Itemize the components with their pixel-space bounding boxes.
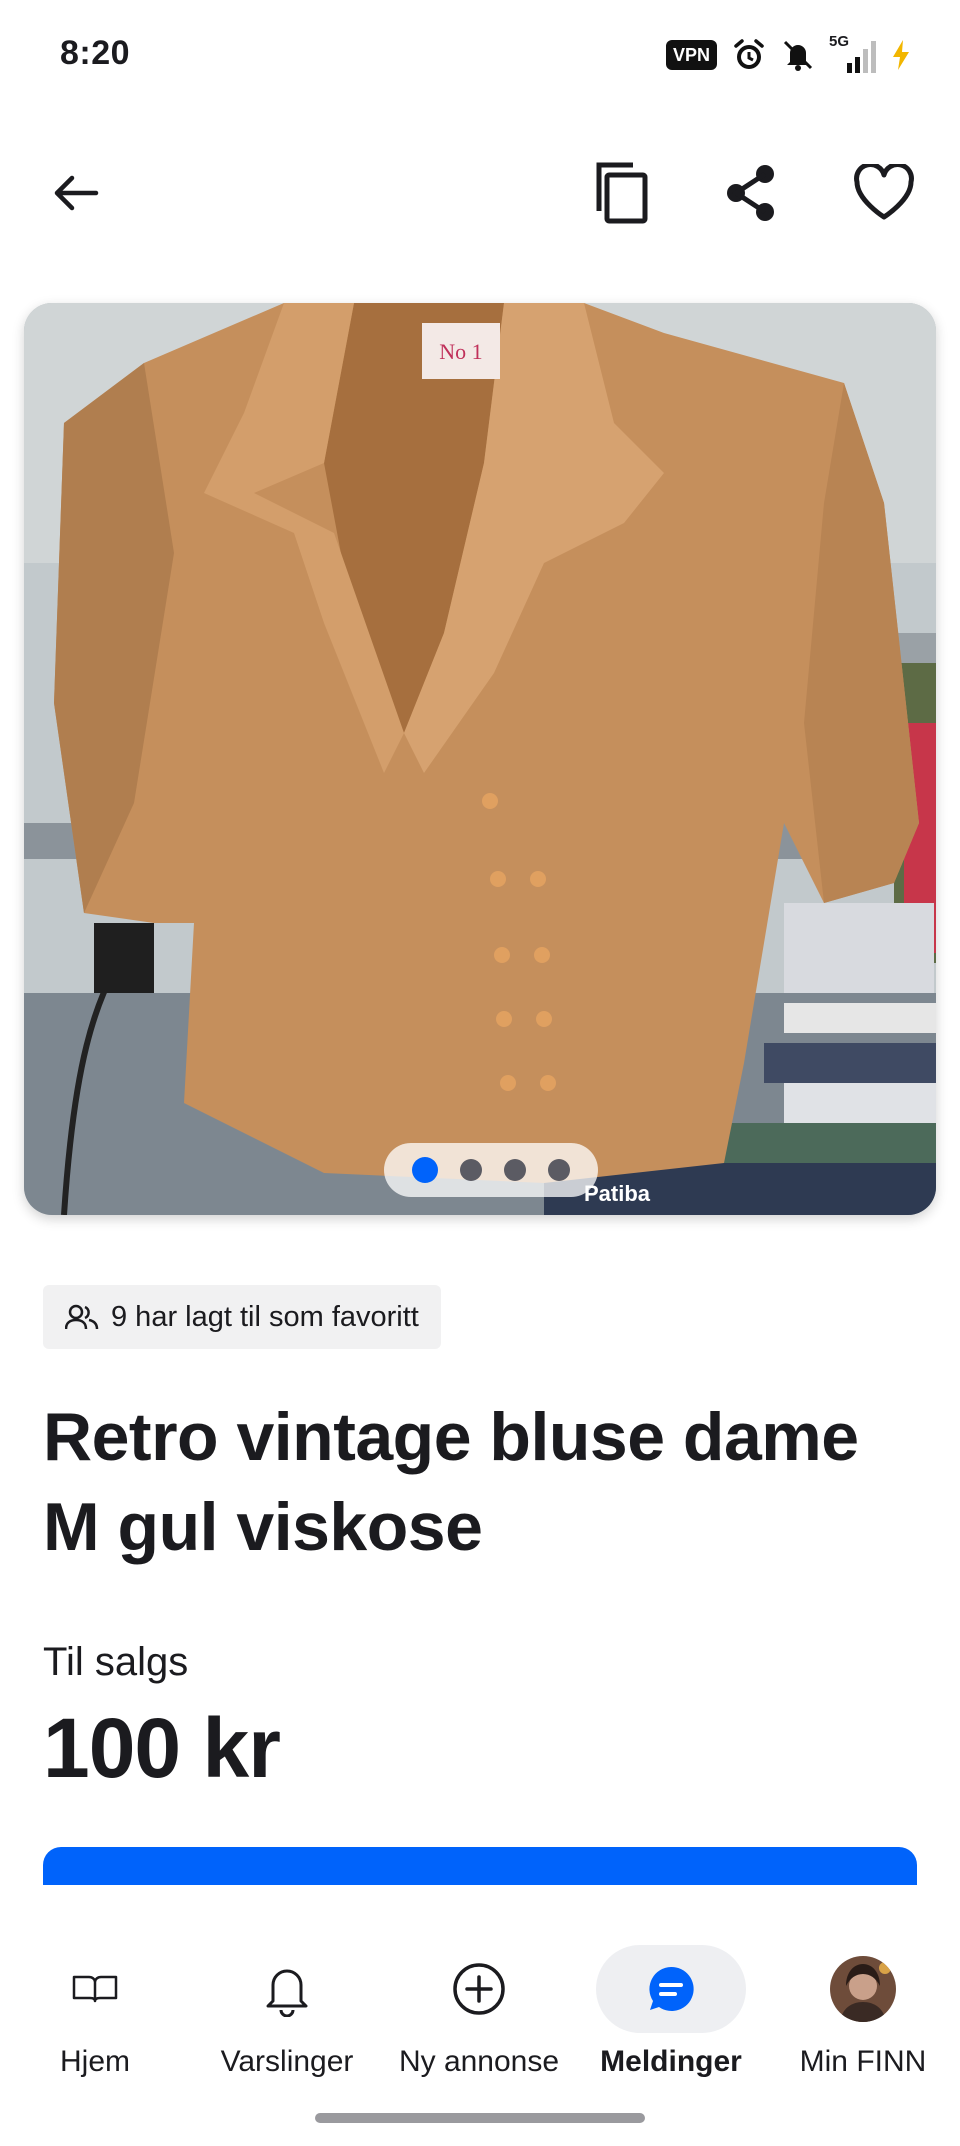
back-button[interactable] bbox=[36, 153, 116, 233]
tab-label: Hjem bbox=[59, 2045, 130, 2078]
gallery-pagination[interactable] bbox=[384, 1143, 598, 1197]
back-arrow-icon bbox=[54, 175, 99, 211]
tab-varslinger[interactable]: Varslinger bbox=[192, 1945, 382, 2105]
tab-label: Ny annonse bbox=[398, 2045, 560, 2078]
tab-label: Varslinger bbox=[220, 2045, 354, 2078]
vpn-icon: VPN bbox=[665, 40, 717, 70]
status-bar: 8:20 VPN 5G bbox=[0, 0, 960, 112]
favorites-count-text: 9 har lagt til som favoritt bbox=[111, 1300, 419, 1333]
listing-photo: Patiba No 1 bbox=[24, 303, 936, 1215]
gallery-dot[interactable] bbox=[548, 1159, 570, 1181]
copy-icon bbox=[596, 162, 648, 224]
people-icon bbox=[65, 1304, 99, 1330]
listing-title: Retro vintage bluse dame M gul viskose bbox=[43, 1399, 859, 1565]
clothing-label-text: No 1 bbox=[439, 339, 482, 364]
plus-circle-icon bbox=[453, 1963, 505, 2015]
tab-min-finn[interactable]: Min FINN bbox=[768, 1945, 958, 2105]
battery-charging-icon bbox=[890, 38, 912, 72]
bell-icon bbox=[266, 1969, 308, 2017]
tab-meldinger[interactable]: Meldinger bbox=[576, 1945, 766, 2105]
home-indicator[interactable] bbox=[315, 2113, 645, 2123]
gallery-dot[interactable] bbox=[412, 1157, 438, 1183]
gallery-dot[interactable] bbox=[504, 1159, 526, 1181]
status-icons: VPN 5G bbox=[665, 33, 912, 76]
sale-type-label: Til salgs bbox=[43, 1640, 189, 1684]
signal-5g-icon: 5G bbox=[829, 33, 876, 73]
listing-price: 100 kr bbox=[43, 1701, 281, 1795]
copy-button[interactable] bbox=[582, 153, 662, 233]
book-open-icon bbox=[72, 1975, 118, 2003]
favorites-count-badge: 9 har lagt til som favoritt bbox=[43, 1285, 441, 1349]
top-nav bbox=[0, 145, 960, 245]
listing-image-gallery[interactable]: Patiba No 1 bbox=[24, 303, 936, 1215]
share-button[interactable] bbox=[711, 153, 791, 233]
tab-label: Meldinger bbox=[600, 2045, 742, 2078]
favorite-button[interactable] bbox=[844, 153, 924, 233]
tab-label: Min FINN bbox=[799, 2045, 927, 2078]
status-time: 8:20 bbox=[60, 34, 131, 72]
share-icon bbox=[727, 165, 774, 221]
alarm-icon bbox=[731, 37, 767, 73]
tab-hjem[interactable]: Hjem bbox=[0, 1945, 190, 2105]
avatar bbox=[830, 1956, 896, 2022]
bottom-navigation: Hjem Varslinger Ny annonse Meldinger Min… bbox=[0, 1885, 960, 2146]
chat-bubble-icon bbox=[649, 1966, 694, 2011]
tab-ny-annonse[interactable]: Ny annonse bbox=[384, 1945, 574, 2105]
bell-off-icon bbox=[781, 38, 815, 72]
book-spine-text: Patiba bbox=[584, 1181, 651, 1206]
heart-icon bbox=[854, 164, 914, 220]
gallery-dot[interactable] bbox=[460, 1159, 482, 1181]
